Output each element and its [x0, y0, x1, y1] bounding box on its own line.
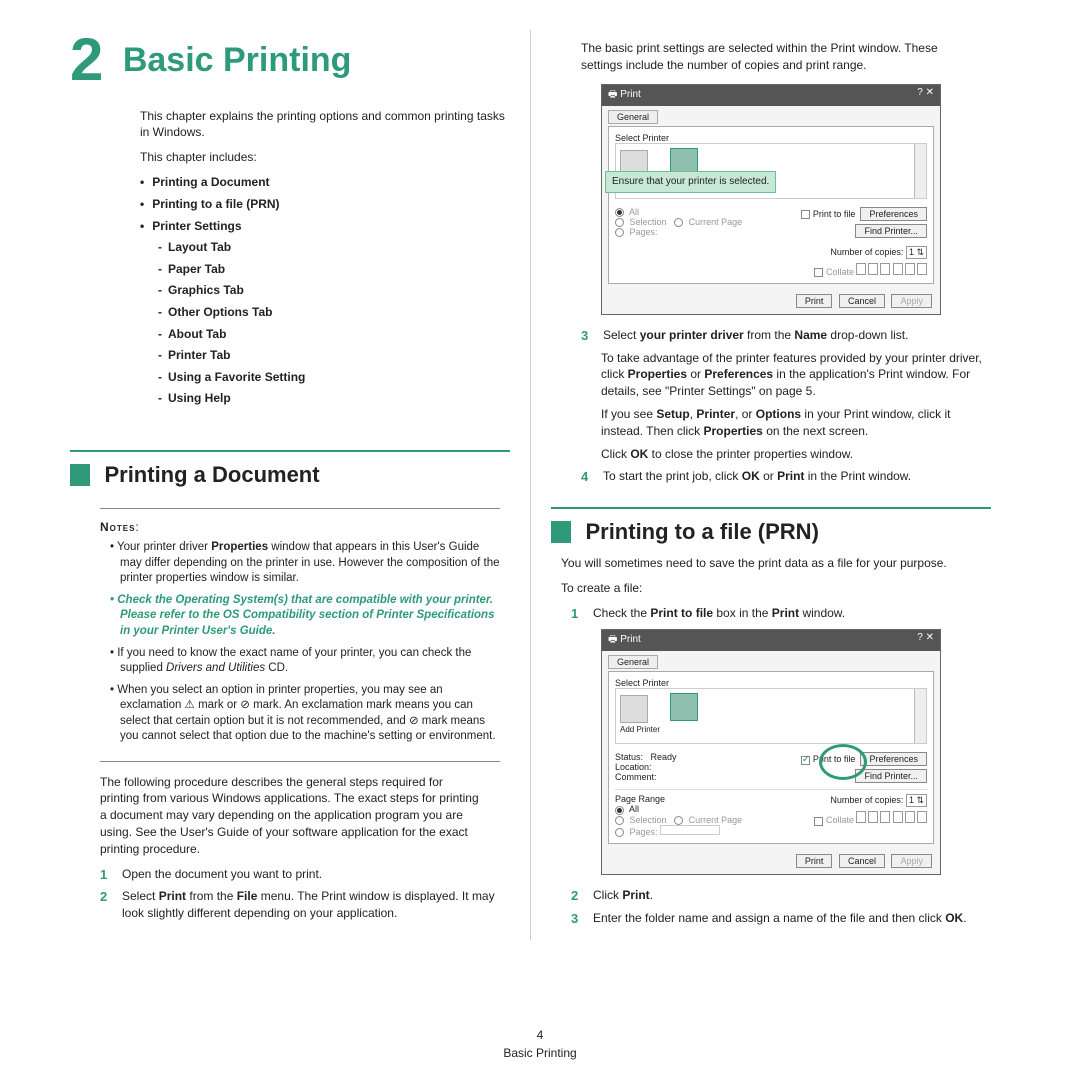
prn-steps-cont: 2Click Print. 3Enter the folder name and…: [571, 887, 991, 927]
step: 2Click Print.: [571, 887, 991, 904]
print-dialog-figure-2: 🖶 Print ? ✕ General Select Printer Add P…: [601, 629, 941, 874]
notes-label: Notes: [100, 520, 135, 534]
chapter-title: Basic Printing: [123, 30, 352, 90]
section-title: Printing a Document: [104, 462, 319, 488]
page-range-group: Page Range All Selection Current Page Pa…: [615, 794, 742, 836]
steps-continued: 3Select your printer driver from the Nam…: [581, 327, 991, 344]
print-to-file-checkbox[interactable]: [801, 756, 810, 765]
chapter-heading: 2 Basic Printing: [70, 30, 510, 90]
apply-button[interactable]: Apply: [891, 294, 932, 308]
tab-general[interactable]: General: [608, 655, 658, 669]
toc-subitem[interactable]: Layout Tab: [158, 237, 510, 259]
footer-title: Basic Printing: [0, 1044, 1080, 1062]
step: 1Open the document you want to print.: [100, 866, 510, 883]
dialog-titlebar: 🖶 Print ? ✕: [602, 85, 940, 106]
toc: Printing a Document Printing to a file (…: [140, 172, 510, 410]
preferences-button[interactable]: Preferences: [860, 207, 927, 221]
left-column: 2 Basic Printing This chapter explains t…: [50, 30, 530, 940]
note-item-warning: Check the Operating System(s) that are c…: [110, 593, 500, 640]
chapter-number: 2: [70, 30, 103, 90]
steps-continued: 4To start the print job, click OK or Pri…: [581, 468, 991, 485]
step-detail: To take advantage of the printer feature…: [601, 350, 991, 400]
section-printing-to-file: Printing to a file (PRN): [551, 507, 991, 545]
note-item: If you need to know the exact name of yo…: [110, 646, 500, 677]
includes-label: This chapter includes:: [140, 150, 510, 164]
printer-icon: [620, 695, 648, 723]
printer-selected-icon: [670, 693, 698, 721]
page-range-group: All Selection Current Page Pages:: [615, 207, 742, 277]
prn-steps: 1Check the Print to file box in the Prin…: [571, 605, 991, 622]
col2-intro: The basic print settings are selected wi…: [581, 40, 981, 74]
procedure-intro: The following procedure describes the ge…: [100, 774, 480, 858]
printer-list[interactable]: Add Printer: [615, 688, 927, 744]
toc-subitem[interactable]: Paper Tab: [158, 259, 510, 281]
dialog-body: Select Printer Add Printer Status: Ready…: [608, 671, 934, 843]
preferences-button[interactable]: Preferences: [860, 752, 927, 766]
print-button[interactable]: Print: [796, 294, 833, 308]
page-footer: 4 Basic Printing: [0, 1026, 1080, 1062]
status-group: Status: Ready Location: Comment:: [615, 752, 677, 783]
find-printer-button[interactable]: Find Printer...: [855, 224, 927, 238]
scrollbar[interactable]: [914, 144, 926, 198]
tab-general[interactable]: General: [608, 110, 658, 124]
toc-subitem[interactable]: About Tab: [158, 324, 510, 346]
step: 1Check the Print to file box in the Prin…: [571, 605, 991, 622]
dialog-titlebar: 🖶 Print ? ✕: [602, 630, 940, 651]
prn-intro: You will sometimes need to save the prin…: [561, 555, 961, 572]
cancel-button[interactable]: Cancel: [839, 294, 885, 308]
note-item: When you select an option in printer pro…: [110, 683, 500, 745]
toc-subitem[interactable]: Using Help: [158, 388, 510, 410]
toc-item[interactable]: Printer Settings: [140, 216, 510, 238]
page-number: 4: [0, 1026, 1080, 1044]
section-printing-document: Printing a Document: [70, 450, 510, 488]
find-printer-button[interactable]: Find Printer...: [855, 769, 927, 783]
apply-button[interactable]: Apply: [891, 854, 932, 868]
dialog-title: Print: [620, 89, 641, 100]
print-to-file-checkbox[interactable]: [801, 210, 810, 219]
callout-ensure-selected: Ensure that your printer is selected.: [605, 171, 776, 193]
toc-subitem[interactable]: Using a Favorite Setting: [158, 367, 510, 389]
select-printer-label: Select Printer: [615, 133, 927, 143]
notes-box: Notes: Your printer driver Properties wi…: [100, 508, 500, 762]
step-detail: If you see Setup, Printer, or Options in…: [601, 406, 991, 440]
section-bar-icon: [551, 521, 571, 543]
copies-spinner[interactable]: 1 ⇅: [906, 246, 927, 259]
window-controls-icon: ? ✕: [917, 87, 934, 104]
step: 4To start the print job, click OK or Pri…: [581, 468, 991, 485]
step: 3Enter the folder name and assign a name…: [571, 910, 991, 927]
toc-item[interactable]: Printing to a file (PRN): [140, 194, 510, 216]
step: 2Select Print from the File menu. The Pr…: [100, 888, 510, 922]
prn-create-label: To create a file:: [561, 580, 961, 597]
step: 3Select your printer driver from the Nam…: [581, 327, 991, 344]
toc-subitem[interactable]: Other Options Tab: [158, 302, 510, 324]
toc-item[interactable]: Printing a Document: [140, 172, 510, 194]
toc-subitem[interactable]: Graphics Tab: [158, 280, 510, 302]
copies-spinner[interactable]: 1 ⇅: [906, 794, 927, 807]
scrollbar[interactable]: [914, 689, 926, 743]
section-title: Printing to a file (PRN): [585, 519, 818, 545]
window-controls-icon: ? ✕: [917, 632, 934, 649]
print-dialog-figure-1: 🖶 Print ? ✕ General Select Printer Add P…: [601, 84, 941, 315]
print-button[interactable]: Print: [796, 854, 833, 868]
section-bar-icon: [70, 464, 90, 486]
note-item: Your printer driver Properties window th…: [110, 540, 500, 587]
cancel-button[interactable]: Cancel: [839, 854, 885, 868]
chapter-intro: This chapter explains the printing optio…: [140, 108, 510, 140]
procedure-steps: 1Open the document you want to print. 2S…: [100, 866, 510, 922]
dialog-body: Select Printer Add Printer Ensure that y…: [608, 126, 934, 284]
toc-subitem[interactable]: Printer Tab: [158, 345, 510, 367]
step-detail: Click OK to close the printer properties…: [601, 446, 991, 463]
right-column: The basic print settings are selected wi…: [531, 30, 1011, 940]
